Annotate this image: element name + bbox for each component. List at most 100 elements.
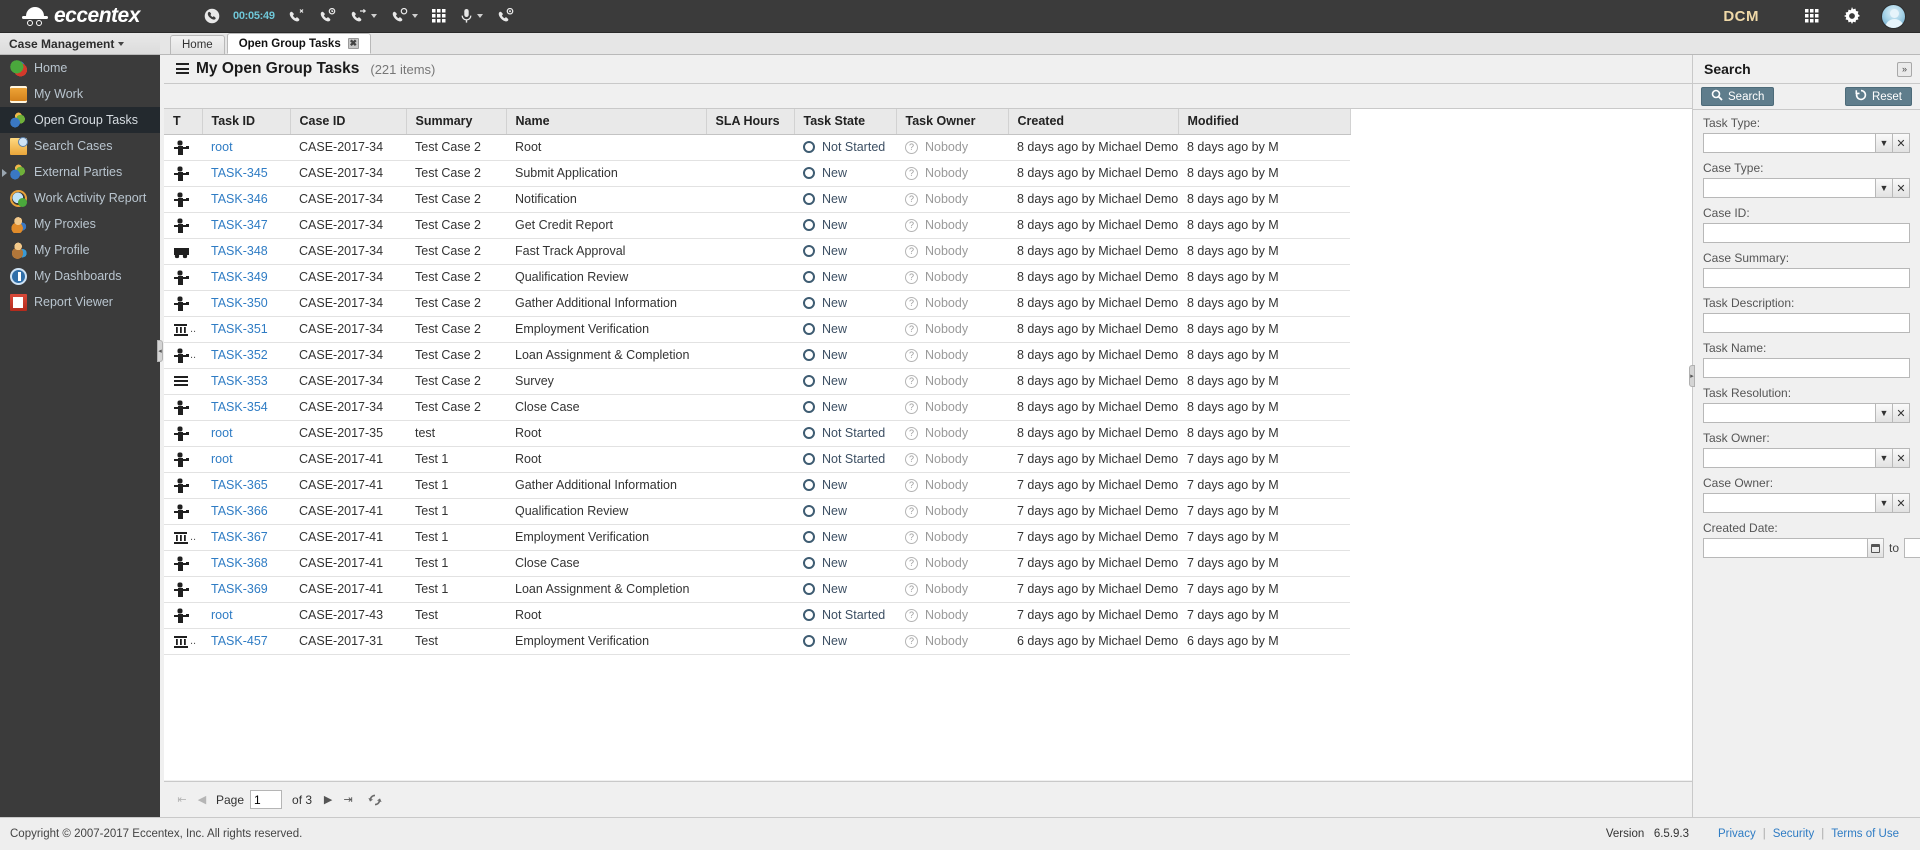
cell-task-id[interactable]: TASK-348 <box>202 238 290 265</box>
cell-task-id[interactable]: TASK-345 <box>202 160 290 187</box>
task-id-link[interactable]: TASK-348 <box>211 244 268 258</box>
chevron-down-icon[interactable]: ▼ <box>1876 403 1893 423</box>
call-hold-icon[interactable] <box>384 0 425 33</box>
sidebar-collapse-handle[interactable]: ◂ <box>157 340 163 362</box>
user-avatar[interactable] <box>1881 3 1906 29</box>
clear-icon[interactable]: ✕ <box>1893 448 1910 468</box>
chevron-down-icon[interactable] <box>370 14 377 18</box>
cell-task-id[interactable]: TASK-369 <box>202 576 290 603</box>
task-id-link[interactable]: TASK-346 <box>211 192 268 206</box>
cell-task-id[interactable]: TASK-351 <box>202 316 290 343</box>
table-row[interactable]: .. TASK-352 CASE-2017-34 Test Case 2 Loan As… <box>164 342 1350 369</box>
table-row[interactable]: TASK-348 CASE-2017-34 Test Case 2 Fast Trac… <box>164 238 1350 265</box>
clear-icon[interactable]: ✕ <box>1893 178 1910 198</box>
clear-icon[interactable]: ✕ <box>1893 133 1910 153</box>
table-row[interactable]: TASK-368 CASE-2017-41 Test 1 Close Case New?… <box>164 550 1350 577</box>
clear-icon[interactable]: ✕ <box>1893 403 1910 423</box>
cell-task-id[interactable]: TASK-457 <box>202 628 290 655</box>
chevron-down-icon[interactable] <box>476 14 483 18</box>
sidebar-item-my-proxies[interactable]: My Proxies <box>0 211 160 237</box>
tab-home[interactable]: Home <box>170 35 225 54</box>
chevron-down-icon[interactable]: ▼ <box>1876 133 1893 153</box>
sidebar-item-open-group-tasks[interactable]: Open Group Tasks <box>0 107 160 133</box>
cell-task-id[interactable]: root <box>202 420 290 447</box>
task-id-link[interactable]: TASK-349 <box>211 270 268 284</box>
col-task-owner[interactable]: Task Owner <box>896 109 1009 135</box>
terms-of-use-link[interactable]: Terms of Use <box>1824 828 1906 840</box>
cell-task-id[interactable]: root <box>202 446 290 473</box>
chevron-down-icon[interactable] <box>118 41 125 46</box>
calendar-icon[interactable] <box>1868 538 1884 558</box>
security-link[interactable]: Security <box>1766 828 1822 840</box>
table-row[interactable]: root CASE-2017-34 Test Case 2 Root Not Start… <box>164 134 1350 161</box>
cell-task-id[interactable]: TASK-353 <box>202 368 290 395</box>
cell-task-id[interactable]: root <box>202 134 290 161</box>
cell-task-id[interactable]: TASK-354 <box>202 394 290 421</box>
task-id-link[interactable]: TASK-368 <box>211 556 268 570</box>
task-id-link[interactable]: TASK-367 <box>211 530 268 544</box>
call-transfer-icon[interactable] <box>343 0 384 33</box>
cell-task-id[interactable]: root <box>202 602 290 629</box>
col-case-id[interactable]: Case ID <box>290 109 407 135</box>
sidebar-item-my-work[interactable]: My Work <box>0 81 160 107</box>
table-row[interactable]: TASK-349 CASE-2017-34 Test Case 2 Qualifica… <box>164 264 1350 291</box>
gear-icon[interactable] <box>1831 7 1873 25</box>
cell-task-id[interactable]: TASK-365 <box>202 472 290 499</box>
last-page-button[interactable]: ⇥ <box>338 790 358 810</box>
page-number-input[interactable] <box>250 790 283 809</box>
created-date-from-input[interactable] <box>1703 538 1868 558</box>
sidebar-item-report-viewer[interactable]: Report Viewer <box>0 289 160 315</box>
microphone-icon[interactable] <box>453 0 490 33</box>
table-row[interactable]: TASK-346 CASE-2017-34 Test Case 2 Notificat… <box>164 186 1350 213</box>
task-id-link[interactable]: TASK-345 <box>211 166 268 180</box>
col-created[interactable]: Created <box>1008 109 1179 135</box>
sidebar-item-work-activity-report[interactable]: Work Activity Report <box>0 185 160 211</box>
task-id-link[interactable]: root <box>211 426 233 440</box>
tab-open-group-tasks[interactable]: Open Group Tasks ✖ <box>226 33 371 54</box>
chevron-down-icon[interactable]: ▼ <box>1876 178 1893 198</box>
clear-icon[interactable]: ✕ <box>1893 493 1910 513</box>
col-type[interactable]: T <box>164 109 203 135</box>
call-history-icon[interactable] <box>312 0 343 33</box>
col-task-id[interactable]: Task ID <box>202 109 291 135</box>
table-row[interactable]: TASK-350 CASE-2017-34 Test Case 2 Gather Ad… <box>164 290 1350 317</box>
task-id-link[interactable]: root <box>211 140 233 154</box>
task-id-link[interactable]: TASK-369 <box>211 582 268 596</box>
col-modified[interactable]: Modified <box>1178 109 1351 135</box>
search-button[interactable]: Search <box>1701 87 1775 106</box>
table-row[interactable]: .. TASK-457 CASE-2017-31 Test Employment Ver… <box>164 628 1350 655</box>
search-input-task-resolution[interactable] <box>1703 403 1876 423</box>
prev-page-button[interactable]: ◀ <box>192 790 212 810</box>
col-summary[interactable]: Summary <box>406 109 507 135</box>
sidebar-item-home[interactable]: Home <box>0 55 160 81</box>
col-name[interactable]: Name <box>506 109 707 135</box>
table-row[interactable]: .. TASK-367 CASE-2017-41 Test 1 Employment V… <box>164 524 1350 551</box>
task-id-link[interactable]: root <box>211 608 233 622</box>
search-input-case-type[interactable] <box>1703 178 1876 198</box>
brand-logo[interactable]: eccentex <box>22 4 182 28</box>
col-sla-hours[interactable]: SLA Hours <box>706 109 795 135</box>
expand-panel-icon[interactable]: » <box>1897 61 1912 77</box>
search-input-case-summary[interactable] <box>1703 268 1910 288</box>
created-date-to-input[interactable] <box>1904 538 1920 558</box>
task-id-link[interactable]: TASK-353 <box>211 374 268 388</box>
table-row[interactable]: root CASE-2017-43 Test Root Not Started? Nobo… <box>164 602 1350 629</box>
table-row[interactable]: TASK-369 CASE-2017-41 Test 1 Loan Assignmen… <box>164 576 1350 603</box>
close-icon[interactable]: ✖ <box>347 38 359 49</box>
task-id-link[interactable]: TASK-457 <box>211 634 268 648</box>
cell-task-id[interactable]: TASK-347 <box>202 212 290 239</box>
chevron-down-icon[interactable] <box>411 14 418 18</box>
task-id-link[interactable]: TASK-365 <box>211 478 268 492</box>
table-row[interactable]: TASK-347 CASE-2017-34 Test Case 2 Get Credi… <box>164 212 1350 239</box>
table-row[interactable]: TASK-366 CASE-2017-41 Test 1 Qualification … <box>164 498 1350 525</box>
task-id-link[interactable]: TASK-350 <box>211 296 268 310</box>
reset-button[interactable]: Reset <box>1844 87 1912 106</box>
sidebar-item-my-profile[interactable]: My Profile <box>0 237 160 263</box>
apps-grid-icon[interactable] <box>1793 9 1831 23</box>
call-missed-icon[interactable] <box>281 0 312 33</box>
search-input-task-type[interactable] <box>1703 133 1876 153</box>
call-voicemail-icon[interactable] <box>490 0 521 33</box>
cell-task-id[interactable]: TASK-368 <box>202 550 290 577</box>
call-status-icon[interactable] <box>197 0 227 33</box>
table-row[interactable]: root CASE-2017-41 Test 1 Root Not Started? No… <box>164 446 1350 473</box>
